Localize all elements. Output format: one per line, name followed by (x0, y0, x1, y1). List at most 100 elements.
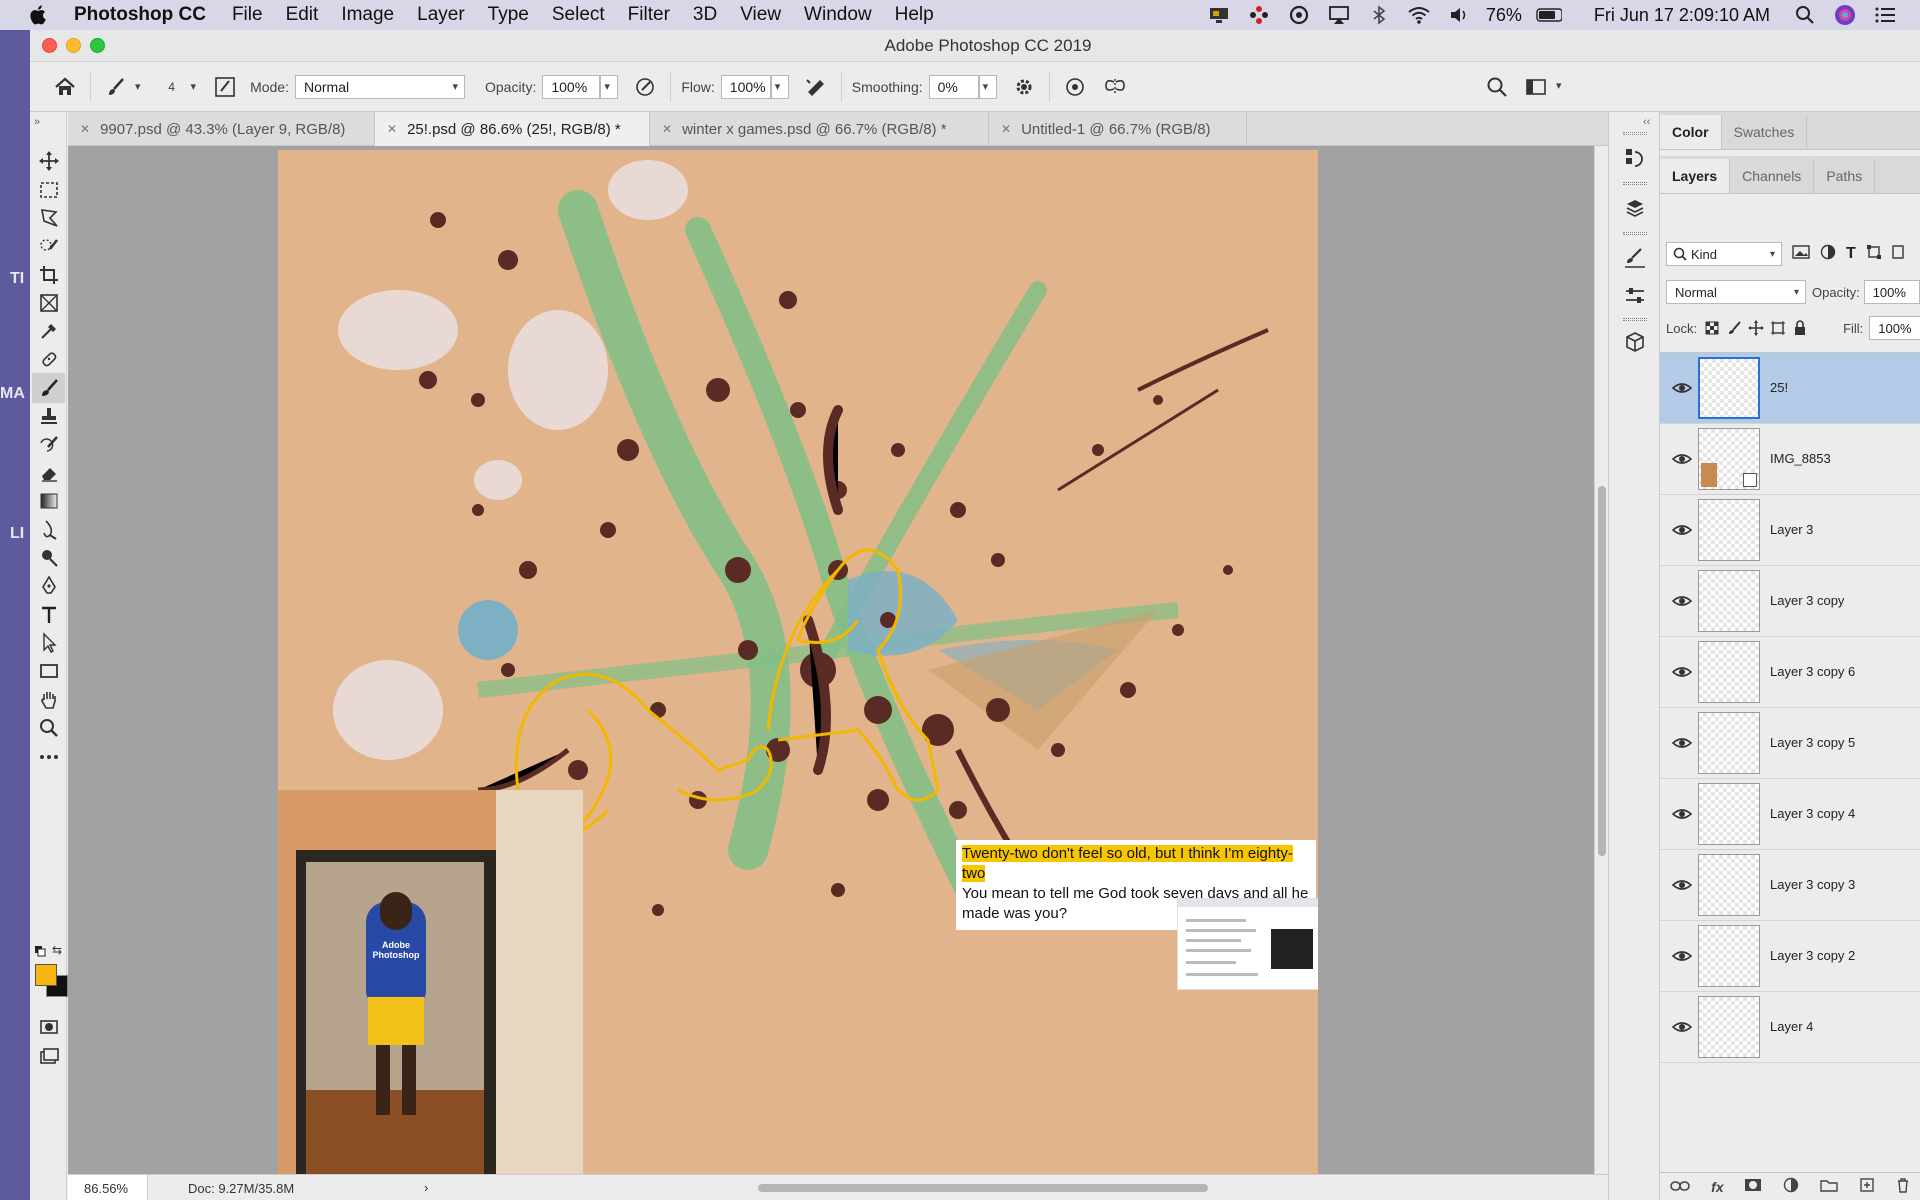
blur-tool-icon[interactable] (32, 515, 65, 545)
menu-select[interactable]: Select (552, 4, 605, 26)
brush-settings-icon[interactable] (1619, 242, 1651, 274)
layer-row[interactable]: Layer 3 copy 3 (1660, 850, 1920, 921)
eye-icon[interactable] (1672, 947, 1692, 965)
menu-layer[interactable]: Layer (417, 4, 465, 26)
layer-row[interactable]: Layer 3 copy (1660, 566, 1920, 637)
pen-tool-icon[interactable] (32, 571, 65, 601)
healing-brush-tool-icon[interactable] (32, 344, 65, 374)
layer-row[interactable]: Layer 3 (1660, 495, 1920, 566)
menu-app-name[interactable]: Photoshop CC (74, 4, 206, 26)
spotlight-icon[interactable] (1792, 4, 1818, 26)
volume-icon[interactable] (1446, 4, 1472, 26)
eye-icon[interactable] (1672, 521, 1692, 539)
menu-edit[interactable]: Edit (286, 4, 319, 26)
menu-help[interactable]: Help (895, 4, 934, 26)
eye-icon[interactable] (1672, 663, 1692, 681)
smoothing-input[interactable]: 0% (928, 74, 979, 99)
drag-grip[interactable] (1623, 132, 1647, 135)
drag-grip[interactable] (1623, 232, 1647, 235)
add-mask-icon[interactable] (1744, 1178, 1762, 1195)
new-layer-icon[interactable] (1859, 1177, 1875, 1196)
layers-list[interactable]: 25! IMG_8853 Layer 3 Layer 3 copy Layer (1660, 352, 1920, 1172)
quick-select-tool-icon[interactable] (32, 231, 65, 261)
type-tool-icon[interactable] (32, 600, 65, 630)
eye-icon[interactable] (1672, 805, 1692, 823)
tab-untitled-1[interactable]: ✕ Untitled-1 @ 66.7% (RGB/8) (989, 112, 1247, 146)
eye-icon[interactable] (1672, 592, 1692, 610)
eye-icon[interactable] (1672, 379, 1692, 397)
gradient-tool-icon[interactable] (32, 486, 65, 516)
smoothing-dropdown[interactable]: ▾ (978, 74, 997, 99)
layer-row[interactable]: IMG_8853 (1660, 424, 1920, 495)
menu-file[interactable]: File (232, 4, 263, 26)
filter-adjustment-icon[interactable] (1820, 244, 1836, 265)
layer-opacity-input[interactable]: 100% (1863, 280, 1920, 304)
horizontal-scrollbar[interactable] (758, 1184, 1208, 1192)
symmetry-icon[interactable] (1100, 72, 1130, 102)
menu-3d[interactable]: 3D (693, 4, 717, 26)
eyedropper-tool-icon[interactable] (32, 316, 65, 346)
collapse-tools-icon[interactable]: » (34, 116, 40, 128)
battery-icon[interactable] (1536, 4, 1562, 26)
tab-layers[interactable]: Layers (1660, 159, 1731, 193)
lock-image-icon[interactable] (1723, 318, 1745, 338)
layer-kind-filter[interactable]: Kind ▾ (1666, 242, 1782, 266)
filter-smart-object-icon[interactable] (1892, 244, 1904, 265)
lock-artboard-icon[interactable] (1767, 318, 1789, 338)
layer-name[interactable]: Layer 3 copy 6 (1770, 664, 1855, 679)
menu-image[interactable]: Image (341, 4, 394, 26)
canvas-area[interactable]: Adobe Photoshop Twenty-two don't feel so… (68, 146, 1608, 1174)
history-icon[interactable] (1619, 142, 1651, 174)
layer-row[interactable]: Layer 3 copy 5 (1660, 708, 1920, 779)
close-tab-icon[interactable]: ✕ (80, 122, 90, 136)
layer-style-fx-icon[interactable]: fx (1711, 1179, 1723, 1195)
eye-icon[interactable] (1672, 450, 1692, 468)
menu-filter[interactable]: Filter (628, 4, 670, 26)
layer-name[interactable]: Layer 3 copy 2 (1770, 948, 1855, 963)
more-tools-icon[interactable] (32, 742, 65, 772)
opacity-dropdown[interactable]: ▾ (600, 74, 619, 99)
artwork-canvas[interactable]: Adobe Photoshop Twenty-two don't feel so… (278, 150, 1318, 1174)
layer-name[interactable]: 25! (1770, 380, 1788, 395)
drag-grip[interactable] (1623, 318, 1647, 321)
siri-icon[interactable] (1832, 4, 1858, 26)
lasso-tool-icon[interactable] (32, 203, 65, 233)
status-menu-arrow[interactable]: › (424, 1180, 428, 1195)
link-layers-icon[interactable] (1670, 1179, 1691, 1195)
workspace-icon[interactable] (1522, 72, 1552, 102)
brush-tool-icon[interactable] (32, 373, 65, 403)
chevron-down-icon[interactable]: ▾ (1556, 79, 1562, 92)
display-icon[interactable] (1206, 4, 1232, 26)
zoom-level[interactable]: 86.56% (68, 1175, 148, 1200)
marquee-tool-icon[interactable] (32, 175, 65, 205)
tab-channels[interactable]: Channels (1730, 159, 1815, 193)
tab-swatches[interactable]: Swatches (1722, 115, 1808, 149)
layer-row[interactable]: Layer 3 copy 4 (1660, 779, 1920, 850)
properties-icon[interactable] (1619, 192, 1651, 224)
eye-icon[interactable] (1672, 1018, 1692, 1036)
mode-select[interactable]: Normal ▾ (294, 74, 465, 99)
frame-tool-icon[interactable] (32, 288, 65, 318)
dots-icon[interactable] (1246, 4, 1272, 26)
lock-transparent-icon[interactable] (1701, 318, 1723, 338)
move-tool-icon[interactable] (32, 146, 65, 176)
scroll-thumb[interactable] (1598, 486, 1606, 856)
vertical-scrollbar[interactable] (1594, 146, 1608, 1174)
menu-view[interactable]: View (740, 4, 781, 26)
lock-position-icon[interactable] (1745, 318, 1767, 338)
home-icon[interactable] (50, 72, 80, 102)
delete-layer-icon[interactable] (1896, 1177, 1910, 1196)
close-tab-icon[interactable]: ✕ (662, 122, 672, 136)
rectangle-tool-icon[interactable] (32, 656, 65, 686)
search-status-icon[interactable] (1286, 4, 1312, 26)
tab-25[interactable]: ✕ 25!.psd @ 86.6% (25!, RGB/8) * (375, 112, 650, 146)
tab-winter-x-games[interactable]: ✕ winter x games.psd @ 66.7% (RGB/8) * (650, 112, 989, 146)
layer-name[interactable]: Layer 3 copy (1770, 593, 1844, 608)
drag-grip[interactable] (1623, 182, 1647, 185)
layer-row[interactable]: Layer 3 copy 2 (1660, 921, 1920, 992)
new-group-icon[interactable] (1820, 1178, 1838, 1195)
gear-icon[interactable] (1009, 72, 1039, 102)
history-brush-tool-icon[interactable] (32, 430, 65, 460)
layer-name[interactable]: Layer 4 (1770, 1019, 1813, 1034)
close-tab-icon[interactable]: ✕ (1001, 122, 1011, 136)
